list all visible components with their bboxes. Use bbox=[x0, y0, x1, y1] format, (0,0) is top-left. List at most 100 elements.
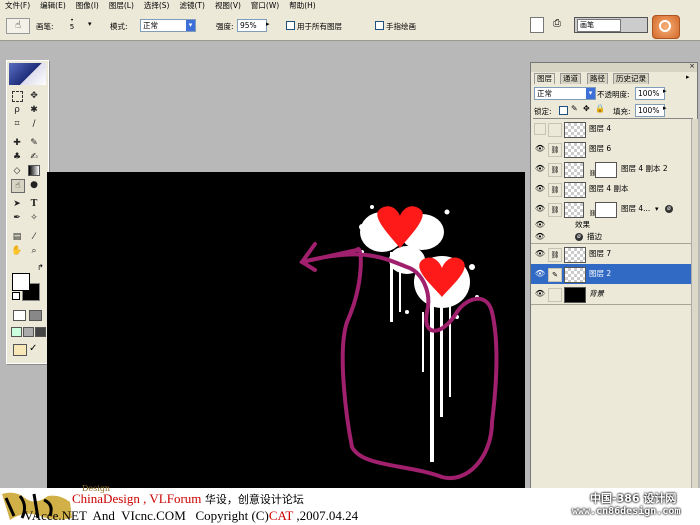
default-colors-icon[interactable] bbox=[12, 292, 20, 300]
eye-icon[interactable]: 👁 bbox=[534, 219, 546, 231]
lock-transparency-icon[interactable] bbox=[559, 106, 568, 115]
tab-paths[interactable]: 路径 bbox=[587, 73, 608, 84]
move-tool-icon[interactable]: ✥ bbox=[28, 90, 40, 102]
menu-file[interactable]: 文件(F) bbox=[0, 0, 35, 12]
swap-colors-icon[interactable]: ↱ bbox=[37, 263, 44, 272]
type-tool-icon[interactable]: T bbox=[28, 198, 40, 210]
standard-mode-icon[interactable] bbox=[13, 310, 26, 321]
screen-mode-full-menu-icon[interactable] bbox=[23, 327, 34, 337]
layer-row-layer6[interactable]: 👁 ⛓ 图层 6 bbox=[531, 139, 691, 160]
sample-all-checkbox[interactable] bbox=[286, 21, 295, 30]
crop-tool-icon[interactable]: ⌗ bbox=[11, 118, 23, 130]
layer-row-layer2-selected[interactable]: 👁 ✎ 图层 2 bbox=[531, 264, 691, 285]
blend-mode-select[interactable]: 正常 ▾ bbox=[534, 87, 596, 100]
lock-paint-icon[interactable]: ✎ bbox=[571, 104, 578, 113]
layer-row-layer4[interactable]: 图层 4 bbox=[531, 119, 691, 140]
eye-icon[interactable]: 👁 bbox=[534, 268, 546, 280]
menu-select[interactable]: 选择(S) bbox=[139, 0, 175, 12]
slice-tool-icon[interactable]: ∕ bbox=[28, 118, 40, 130]
opacity-input[interactable]: 100% bbox=[635, 87, 665, 100]
adobe-online-feather-icon[interactable] bbox=[9, 63, 46, 85]
layers-scrollbar[interactable] bbox=[691, 119, 698, 488]
link-icon[interactable]: ⛓ bbox=[548, 183, 562, 197]
smudge-tool-preset-icon[interactable]: ☝ bbox=[6, 18, 30, 34]
mode-dropdown-icon[interactable]: ▾ bbox=[186, 20, 195, 31]
screen-mode-standard-icon[interactable] bbox=[11, 327, 22, 337]
lock-all-icon[interactable]: 🔒 bbox=[595, 104, 605, 113]
tab-channels[interactable]: 通道 bbox=[560, 73, 581, 84]
menu-edit[interactable]: 编辑(E) bbox=[35, 0, 71, 12]
menu-image[interactable]: 图像(I) bbox=[71, 0, 104, 12]
jump-to-imageready-icon[interactable] bbox=[13, 344, 27, 356]
eye-icon[interactable]: 👁 bbox=[534, 203, 546, 215]
tab-layers[interactable]: 图层 bbox=[534, 73, 555, 84]
notes-tool-icon[interactable]: ▤ bbox=[11, 231, 23, 243]
eye-icon[interactable]: 👁 bbox=[534, 248, 546, 260]
smudge-tool-icon[interactable]: ☝ bbox=[11, 179, 25, 193]
layer-row-layer4-copy2[interactable]: 👁 ⛓ ⛓ 图层 4 副本 2 bbox=[531, 159, 691, 180]
eye-icon[interactable]: 👁 bbox=[534, 231, 546, 243]
panel-menu-icon[interactable]: ▸ bbox=[686, 73, 690, 81]
clone-stamp-icon[interactable]: ♣ bbox=[11, 151, 23, 163]
menu-help[interactable]: 帮助(H) bbox=[284, 0, 321, 12]
link-icon[interactable]: ⛓ bbox=[548, 143, 562, 157]
brush-tool-icon[interactable]: ✎ bbox=[28, 137, 40, 149]
chevron-down-icon[interactable]: ▾ bbox=[88, 20, 92, 28]
palette-well-brushes-tab[interactable]: 画笔 bbox=[577, 19, 621, 32]
custom-shape-icon[interactable]: ✧ bbox=[28, 212, 40, 224]
visibility-off-icon[interactable] bbox=[534, 123, 546, 135]
path-selection-icon[interactable]: ➤ bbox=[11, 198, 23, 210]
lock-move-icon[interactable]: ✥ bbox=[583, 104, 590, 113]
screen-mode-full-icon[interactable] bbox=[35, 327, 46, 337]
quick-mask-icon[interactable] bbox=[29, 310, 42, 321]
layer-row-layer7[interactable]: 👁 ⛓ 图层 7 bbox=[531, 244, 691, 265]
finger-paint-checkbox[interactable] bbox=[375, 21, 384, 30]
lasso-tool-icon[interactable]: ρ bbox=[11, 104, 23, 116]
document-canvas[interactable] bbox=[47, 172, 525, 488]
foreground-color-swatch[interactable] bbox=[12, 273, 30, 291]
layer-mask-thumbnail[interactable] bbox=[595, 202, 617, 218]
layer-row-background[interactable]: 👁 背景 bbox=[531, 284, 691, 305]
layer-row-layer4-fx[interactable]: 👁 ⛓ ⛓ 图层 4... ▾ ø bbox=[531, 199, 691, 220]
opacity-slider-icon[interactable]: ▸ bbox=[663, 87, 667, 95]
edit-icon[interactable]: ✓ bbox=[29, 343, 37, 354]
tab-history[interactable]: 历史记录 bbox=[613, 73, 649, 84]
fill-slider-icon[interactable]: ▸ bbox=[663, 104, 667, 112]
eraser-tool-icon[interactable]: ◇ bbox=[11, 165, 23, 177]
link-slot[interactable] bbox=[548, 288, 562, 302]
fx-icon[interactable]: ø bbox=[665, 205, 673, 213]
mode-select[interactable]: 正常 ▾ bbox=[140, 19, 196, 32]
print-icon[interactable]: ⎙ bbox=[553, 17, 567, 31]
blend-dropdown-icon[interactable]: ▾ bbox=[586, 88, 595, 99]
eyedropper-icon[interactable]: ⁄ bbox=[28, 231, 40, 243]
link-slot[interactable] bbox=[548, 123, 562, 137]
brush-active-icon[interactable]: ✎ bbox=[548, 268, 562, 282]
strength-input[interactable]: 95% bbox=[237, 19, 267, 32]
pen-tool-icon[interactable]: ✒ bbox=[11, 212, 23, 224]
close-icon[interactable]: × bbox=[689, 62, 695, 70]
menu-view[interactable]: 视图(V) bbox=[210, 0, 246, 12]
dodge-tool-icon[interactable]: ● bbox=[28, 179, 40, 191]
gradient-tool-icon[interactable] bbox=[28, 165, 40, 176]
magic-wand-icon[interactable]: ✱ bbox=[28, 104, 40, 116]
link-icon[interactable]: ⛓ bbox=[548, 203, 562, 217]
eye-icon[interactable]: 👁 bbox=[534, 163, 546, 175]
link-icon[interactable]: ⛓ bbox=[548, 248, 562, 262]
menu-filter[interactable]: 滤镜(T) bbox=[175, 0, 210, 12]
palette-well[interactable]: 画笔 bbox=[574, 17, 648, 33]
layer-mask-thumbnail[interactable] bbox=[595, 162, 617, 178]
menu-layer[interactable]: 图层(L) bbox=[104, 0, 139, 12]
healing-brush-icon[interactable]: ✚ bbox=[11, 137, 23, 149]
hand-tool-icon[interactable]: ✋ bbox=[11, 245, 23, 257]
go-to-adobe-icon[interactable] bbox=[652, 15, 680, 39]
effects-row[interactable]: 👁 效果 bbox=[531, 219, 691, 231]
stroke-effect-row[interactable]: 👁 ø 描边 bbox=[531, 231, 691, 244]
brush-picker[interactable]: • 5 bbox=[62, 18, 82, 32]
history-brush-icon[interactable]: ✍ bbox=[28, 151, 40, 163]
layer-row-layer4-copy[interactable]: 👁 ⛓ 图层 4 副本 bbox=[531, 179, 691, 200]
fill-input[interactable]: 100% bbox=[635, 104, 665, 117]
marquee-tool-icon[interactable] bbox=[12, 91, 23, 102]
eye-icon[interactable]: 👁 bbox=[534, 183, 546, 195]
file-browser-icon[interactable] bbox=[530, 17, 544, 33]
zoom-tool-icon[interactable]: ⌕ bbox=[28, 245, 40, 257]
